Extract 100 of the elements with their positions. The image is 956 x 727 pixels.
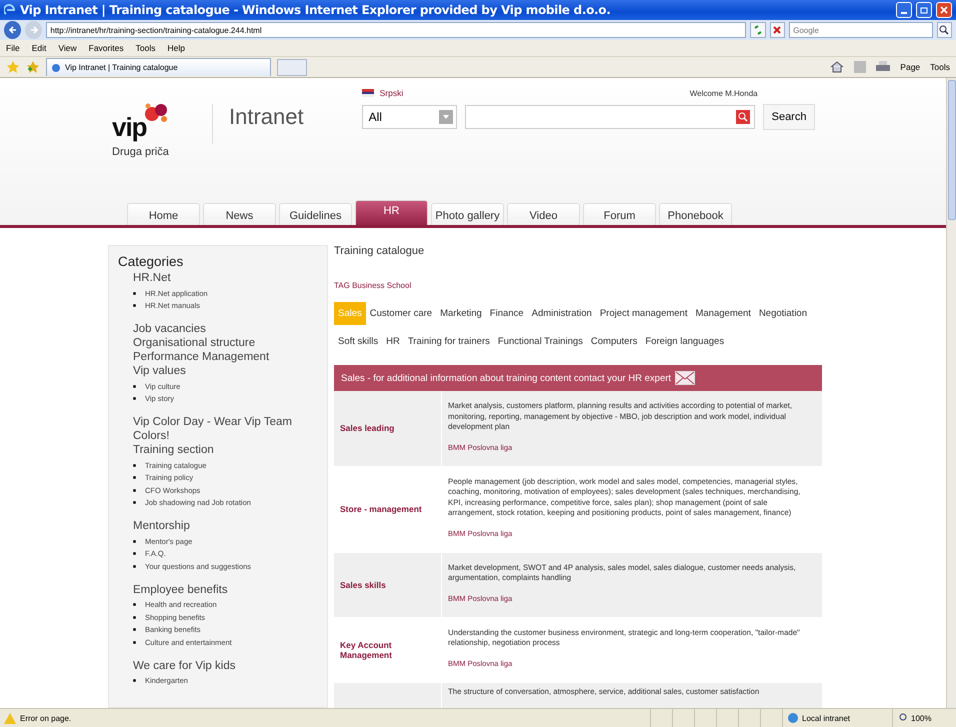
- category-link[interactable]: Mentorship: [133, 519, 327, 533]
- slogan: Druga priča: [112, 146, 170, 158]
- category-tab[interactable]: Training for trainers: [404, 330, 494, 353]
- search-scope-dropdown[interactable]: All: [362, 105, 457, 129]
- envelope-icon[interactable]: [675, 371, 696, 385]
- stop-icon: [772, 25, 782, 35]
- add-favorite-icon[interactable]: [26, 60, 40, 74]
- category-tab[interactable]: Finance: [486, 302, 528, 325]
- category-link[interactable]: Organisational structure: [133, 336, 327, 350]
- search-icon[interactable]: [736, 110, 750, 124]
- menu-item[interactable]: Edit: [32, 43, 46, 53]
- welcome-text: Welcome M.Honda: [690, 88, 758, 98]
- category-tab[interactable]: Project management: [596, 302, 692, 325]
- back-arrow-icon: [8, 25, 18, 35]
- refresh-button[interactable]: [750, 22, 766, 38]
- category-tab[interactable]: Administration: [528, 302, 596, 325]
- menu-item[interactable]: Help: [167, 43, 185, 53]
- nav-tab[interactable]: Guidelines: [279, 203, 352, 225]
- address-field[interactable]: http://intranet/hr/training-section/training-catalogue.244.html: [46, 22, 746, 38]
- menu-item[interactable]: View: [58, 43, 77, 53]
- scrollbar[interactable]: [946, 78, 956, 708]
- bullet-icon: [133, 292, 136, 295]
- category-tab[interactable]: Computers: [586, 330, 642, 353]
- search-button[interactable]: Search: [762, 104, 816, 130]
- category-tab[interactable]: Customer care: [366, 302, 436, 325]
- browser-tab[interactable]: Vip Intranet | Training catalogue: [46, 58, 271, 76]
- nav-tab[interactable]: News: [203, 203, 276, 225]
- bullet-icon: [133, 552, 136, 556]
- course-name: Sales leading: [334, 391, 442, 466]
- category-tab[interactable]: Soft skills: [334, 330, 382, 353]
- course-name: Store - management: [334, 466, 442, 552]
- search-button[interactable]: [936, 22, 952, 38]
- category-tab[interactable]: Foreign languages: [641, 330, 728, 353]
- close-icon: [940, 6, 948, 14]
- nav-tab[interactable]: Video: [507, 203, 580, 225]
- command-button[interactable]: Page: [900, 62, 920, 72]
- bullet-icon: [133, 540, 136, 543]
- search-field[interactable]: Google: [789, 22, 933, 38]
- bullet-icon: [133, 616, 136, 619]
- bullet-icon: [133, 304, 136, 308]
- minimize-button[interactable]: [896, 2, 912, 18]
- nav-tab[interactable]: HR: [355, 200, 428, 225]
- home-icon[interactable]: [830, 61, 844, 73]
- magnifier-icon: [899, 713, 909, 723]
- banner-text: Sales - for additional information about training content contact your HR expert: [341, 372, 672, 384]
- category-link[interactable]: Vip Color Day - Wear Vip Team Colors!: [133, 415, 327, 443]
- back-button[interactable]: [4, 21, 22, 39]
- flag-icon: [362, 89, 374, 97]
- category-link[interactable]: We care for Vip kids: [133, 658, 327, 672]
- school-link[interactable]: TAG Business School: [334, 281, 822, 290]
- close-button[interactable]: [936, 2, 952, 18]
- nav-tab[interactable]: Forum: [583, 203, 656, 225]
- bullet-icon: [133, 488, 136, 492]
- category-tab[interactable]: Functional Trainings: [494, 330, 587, 353]
- nav-tab[interactable]: Home: [127, 203, 200, 225]
- category-link[interactable]: Vip values: [133, 364, 327, 378]
- category-tab[interactable]: Negotiation: [754, 302, 811, 325]
- page-title: Training catalogue: [334, 245, 426, 257]
- bullet-icon: [133, 564, 136, 568]
- page-icon: [51, 62, 61, 72]
- menu-item[interactable]: Favorites: [88, 43, 124, 53]
- browser-logo-icon: [4, 4, 16, 16]
- search-icon: [939, 25, 950, 35]
- nav-tab[interactable]: Phonebook: [659, 203, 732, 225]
- warning-icon: [4, 712, 16, 724]
- status-message: Error on page.: [20, 714, 72, 722]
- bullet-icon: [133, 476, 136, 480]
- site-search-field[interactable]: [464, 105, 755, 129]
- favorites-star-icon[interactable]: [6, 60, 20, 74]
- bullet-icon: [133, 603, 136, 606]
- sidebar-heading: Categories: [118, 254, 184, 269]
- command-button[interactable]: Tools: [930, 62, 950, 72]
- language-link[interactable]: Srpski: [380, 88, 404, 98]
- stop-button[interactable]: [770, 22, 786, 38]
- printer-icon[interactable]: [876, 61, 890, 73]
- zoom-level[interactable]: 100%: [892, 709, 952, 727]
- restore-icon: [920, 6, 928, 14]
- category-link[interactable]: HR.Net: [133, 271, 327, 285]
- course-name: Key Account Management: [334, 618, 442, 682]
- category-tab[interactable]: HR: [382, 330, 404, 353]
- globe-icon: [787, 712, 799, 724]
- category-link[interactable]: Training section: [133, 443, 327, 457]
- category-tab[interactable]: Marketing: [436, 302, 486, 325]
- menu-item[interactable]: Tools: [136, 43, 156, 53]
- bullet-icon: [133, 501, 136, 504]
- menu-item[interactable]: File: [6, 43, 20, 53]
- category-link[interactable]: Job vacancies: [133, 322, 327, 336]
- logo-text: vip: [112, 114, 148, 140]
- bullet-icon: [133, 384, 136, 388]
- window-title: Vip Intranet | Training catalogue - Windows Internet Explorer provided by Vip mobile d.o.o.: [20, 3, 612, 17]
- category-tab[interactable]: Management: [691, 302, 755, 325]
- restore-button[interactable]: [916, 2, 932, 18]
- bullet-icon: [133, 679, 136, 682]
- site-name: Intranet: [212, 104, 304, 144]
- category-link[interactable]: Employee benefits: [133, 582, 327, 596]
- nav-tab[interactable]: Photo gallery: [431, 203, 504, 225]
- category-link[interactable]: Performance Management: [133, 350, 327, 364]
- bullet-icon: [133, 628, 136, 632]
- refresh-icon: [753, 25, 764, 35]
- course-name: Sales skills: [334, 552, 442, 616]
